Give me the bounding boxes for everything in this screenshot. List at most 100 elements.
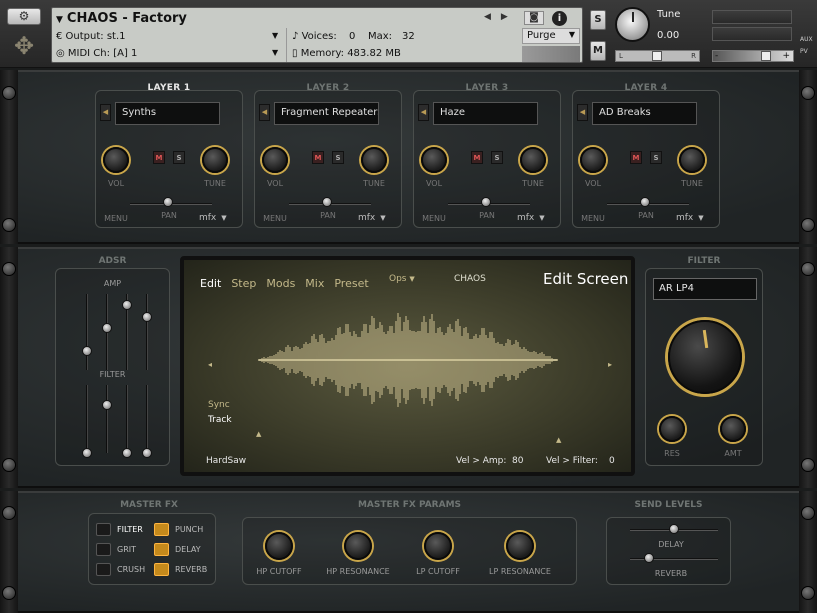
fx-toggle-grit[interactable] — [96, 543, 111, 556]
ops-dropdown[interactable]: Ops ▼ — [389, 274, 415, 284]
vel-amp-value[interactable]: 80 — [512, 456, 523, 466]
output-row[interactable]: € Output: st.1 — [56, 31, 126, 42]
layer-tune-knob[interactable] — [361, 147, 387, 173]
fx-knob-hp-cutoff[interactable] — [265, 532, 293, 560]
layer-solo-button[interactable]: S — [332, 151, 344, 164]
adsr-filter-thumb[interactable] — [142, 448, 152, 458]
solo-button[interactable]: S — [590, 10, 606, 30]
adsr-amp-thumb[interactable] — [142, 312, 152, 322]
wave-name[interactable]: HardSaw — [206, 456, 246, 466]
fx-toggle-filter[interactable] — [96, 523, 111, 536]
snapshot-camera-icon[interactable]: ◙ — [524, 11, 544, 25]
layer-tune-knob[interactable] — [202, 147, 228, 173]
filter-amt-knob[interactable] — [720, 416, 746, 442]
adsr-amp-thumb[interactable] — [122, 300, 132, 310]
pv-button[interactable]: PV — [800, 48, 808, 55]
fx-toggle-delay[interactable] — [154, 543, 169, 556]
fx-knob-lp-cutoff[interactable] — [424, 532, 452, 560]
delay-send-thumb[interactable] — [669, 524, 679, 534]
layer-tune-knob[interactable] — [520, 147, 546, 173]
tune-knob[interactable] — [615, 7, 650, 42]
layer-solo-button[interactable]: S — [491, 151, 503, 164]
screen-tab-preset[interactable]: Preset — [334, 277, 368, 290]
layer-preset-name[interactable]: AD Breaks — [592, 102, 697, 125]
arrow-left-icon[interactable]: ◂ — [208, 360, 212, 369]
layer-mfx-dropdown[interactable]: mfx ▼ — [358, 213, 386, 223]
pan-slider[interactable]: L R — [615, 50, 700, 62]
screen-tab-edit[interactable]: Edit — [200, 277, 221, 290]
end-marker-icon[interactable]: ▲ — [556, 436, 561, 444]
layer-solo-button[interactable]: S — [650, 151, 662, 164]
fx-knob-lp-resonance[interactable] — [506, 532, 534, 560]
layer-pan-thumb[interactable] — [481, 197, 491, 207]
start-marker-icon[interactable]: ▲ — [256, 430, 261, 438]
fx-toggle-punch[interactable] — [154, 523, 169, 536]
layer-pan-thumb[interactable] — [322, 197, 332, 207]
fx-label-punch[interactable]: PUNCH — [175, 525, 203, 534]
layer-menu-button[interactable]: MENU — [576, 214, 610, 223]
fx-label-reverb[interactable]: REVERB — [175, 565, 207, 574]
layer-preset-name[interactable]: Haze — [433, 102, 538, 125]
fx-label-crush[interactable]: CRUSH — [117, 565, 145, 574]
aux-button[interactable]: AUX — [800, 36, 813, 43]
volume-slider[interactable]: - + — [712, 50, 794, 62]
screen-tab-mix[interactable]: Mix — [305, 277, 324, 290]
adsr-filter-thumb[interactable] — [102, 400, 112, 410]
fx-knob-hp-resonance[interactable] — [344, 532, 372, 560]
instrument-title[interactable]: ▼ CHAOS - Factory — [56, 11, 187, 26]
layer-preset-name[interactable]: Synths — [115, 102, 220, 125]
midi-row[interactable]: ◎ MIDI Ch: [A] 1 — [56, 48, 137, 59]
filter-type-select[interactable]: AR LP4 — [653, 278, 757, 300]
speaker-icon[interactable]: ◀ — [100, 104, 111, 121]
track-toggle[interactable]: Track — [208, 415, 232, 425]
layer-mfx-dropdown[interactable]: mfx ▼ — [517, 213, 545, 223]
reverb-send-thumb[interactable] — [644, 553, 654, 563]
fx-toggle-crush[interactable] — [96, 563, 111, 576]
max-voices-value[interactable]: 32 — [402, 31, 415, 42]
fx-label-delay[interactable]: DELAY — [175, 545, 201, 554]
preset-nav-arrows[interactable]: ◀▶ — [484, 12, 518, 22]
adsr-filter-thumb[interactable] — [82, 448, 92, 458]
layer-vol-knob[interactable] — [580, 147, 606, 173]
mute-button[interactable]: M — [590, 41, 606, 61]
screen-tab-mods[interactable]: Mods — [266, 277, 295, 290]
fx-toggle-reverb[interactable] — [154, 563, 169, 576]
layer-mute-button[interactable]: M — [312, 151, 324, 164]
pan-slider-thumb[interactable] — [652, 51, 662, 61]
tune-value[interactable]: 0.00 — [657, 30, 679, 41]
layer-mfx-dropdown[interactable]: mfx ▼ — [199, 213, 227, 223]
layer-menu-button[interactable]: MENU — [99, 214, 133, 223]
layer-vol-knob[interactable] — [262, 147, 288, 173]
layer-pan-thumb[interactable] — [640, 197, 650, 207]
layer-menu-button[interactable]: MENU — [258, 214, 292, 223]
layer-mute-button[interactable]: M — [630, 151, 642, 164]
collapse-arrow-icon[interactable]: ▼ — [56, 15, 63, 25]
fx-label-grit[interactable]: GRIT — [117, 545, 136, 554]
filter-res-knob[interactable] — [659, 416, 685, 442]
layer-vol-knob[interactable] — [421, 147, 447, 173]
layer-mute-button[interactable]: M — [471, 151, 483, 164]
screen-tab-step[interactable]: Step — [231, 277, 256, 290]
layer-preset-name[interactable]: Fragment Repeaters — [274, 102, 379, 125]
output-dropdown-icon[interactable]: ▼ — [272, 31, 278, 40]
speaker-icon[interactable]: ◀ — [577, 104, 588, 121]
layer-menu-button[interactable]: MENU — [417, 214, 451, 223]
layer-mute-button[interactable]: M — [153, 151, 165, 164]
filter-cutoff-knob[interactable] — [668, 320, 742, 394]
wrench-icon[interactable]: ⚙ — [7, 8, 41, 25]
layer-mfx-dropdown[interactable]: mfx ▼ — [676, 213, 704, 223]
arrow-right-icon[interactable]: ▸ — [608, 360, 612, 369]
adsr-filter-thumb[interactable] — [122, 448, 132, 458]
vel-filter-value[interactable]: 0 — [609, 456, 615, 466]
fx-label-filter[interactable]: FILTER — [117, 525, 143, 534]
layer-vol-knob[interactable] — [103, 147, 129, 173]
midi-dropdown-icon[interactable]: ▼ — [272, 48, 278, 57]
purge-button[interactable]: Purge ▼ — [522, 28, 580, 44]
waveform-display[interactable] — [258, 304, 558, 424]
layer-tune-knob[interactable] — [679, 147, 705, 173]
adsr-amp-thumb[interactable] — [102, 323, 112, 333]
speaker-icon[interactable]: ◀ — [418, 104, 429, 121]
info-icon[interactable]: i — [552, 11, 567, 26]
layer-pan-thumb[interactable] — [163, 197, 173, 207]
sync-toggle[interactable]: Sync — [208, 400, 230, 410]
